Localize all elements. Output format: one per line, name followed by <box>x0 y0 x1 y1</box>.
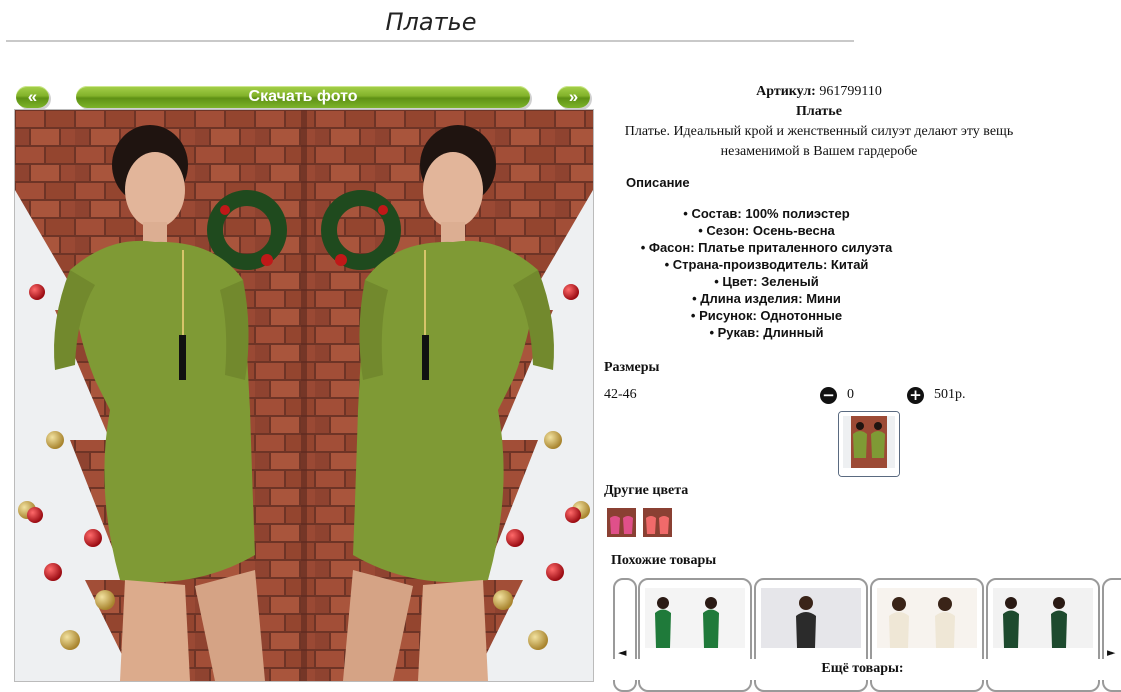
photo-thumbnail[interactable] <box>838 411 900 477</box>
prev-photo-button[interactable]: « <box>16 86 49 108</box>
product-summary: Платье. Идеальный крой и женственный сил… <box>624 124 1014 159</box>
download-photo-button[interactable]: Скачать фото <box>76 86 530 108</box>
plus-icon: + <box>909 386 922 404</box>
page-title: Платье <box>385 8 477 36</box>
coral-dress-swatch-image <box>643 508 672 537</box>
sizes-heading: Размеры <box>604 360 660 375</box>
similar-product-image <box>645 588 745 648</box>
minus-icon: − <box>822 386 835 404</box>
other-colors-heading: Другие цвета <box>604 483 689 498</box>
decrease-quantity-button[interactable]: − <box>820 387 837 404</box>
description-heading: Описание <box>626 175 690 190</box>
color-swatch-pink[interactable] <box>607 508 636 537</box>
more-products-label: Ещё товары: <box>604 659 1121 680</box>
description-item: Длина изделия: Мини <box>604 290 929 307</box>
color-swatch-coral[interactable] <box>643 508 672 537</box>
quantity-value: 0 <box>847 387 854 402</box>
product-photo[interactable] <box>14 109 594 682</box>
product-info: Артикул: 961799110 Платье Платье. Идеаль… <box>604 82 1034 162</box>
product-name: Платье <box>796 104 842 119</box>
title-divider <box>6 40 854 42</box>
article-line: Артикул: 961799110 <box>604 82 1034 102</box>
price-value: 501р. <box>934 387 966 402</box>
similar-product-image <box>761 588 861 648</box>
thumbnail-image <box>839 412 899 476</box>
similar-product-image <box>877 588 977 648</box>
description-item: Цвет: Зеленый <box>604 273 929 290</box>
description-item: Сезон: Осень-весна <box>604 222 929 239</box>
similar-product-image <box>993 588 1093 648</box>
article-label: Артикул: <box>756 84 816 99</box>
description-list: Состав: 100% полиэстер Сезон: Осень-весн… <box>604 205 929 341</box>
carousel-left-arrow-icon[interactable]: ◄ <box>618 646 626 659</box>
description-item: Состав: 100% полиэстер <box>604 205 929 222</box>
carousel-right-arrow-icon[interactable]: ► <box>1107 646 1115 659</box>
size-value: 42-46 <box>604 387 637 402</box>
article-value: 961799110 <box>819 84 882 99</box>
pink-dress-swatch-image <box>607 508 636 537</box>
description-item: Страна-производитель: Китай <box>604 256 929 273</box>
next-photo-button[interactable]: » <box>557 86 590 108</box>
product-photo-image <box>15 110 593 681</box>
description-item: Рукав: Длинный <box>604 324 929 341</box>
similar-products-heading: Похожие товары <box>611 553 717 568</box>
description-item: Рисунок: Однотонные <box>604 307 929 324</box>
increase-quantity-button[interactable]: + <box>907 387 924 404</box>
description-item: Фасон: Платье приталенного силуэта <box>604 239 929 256</box>
